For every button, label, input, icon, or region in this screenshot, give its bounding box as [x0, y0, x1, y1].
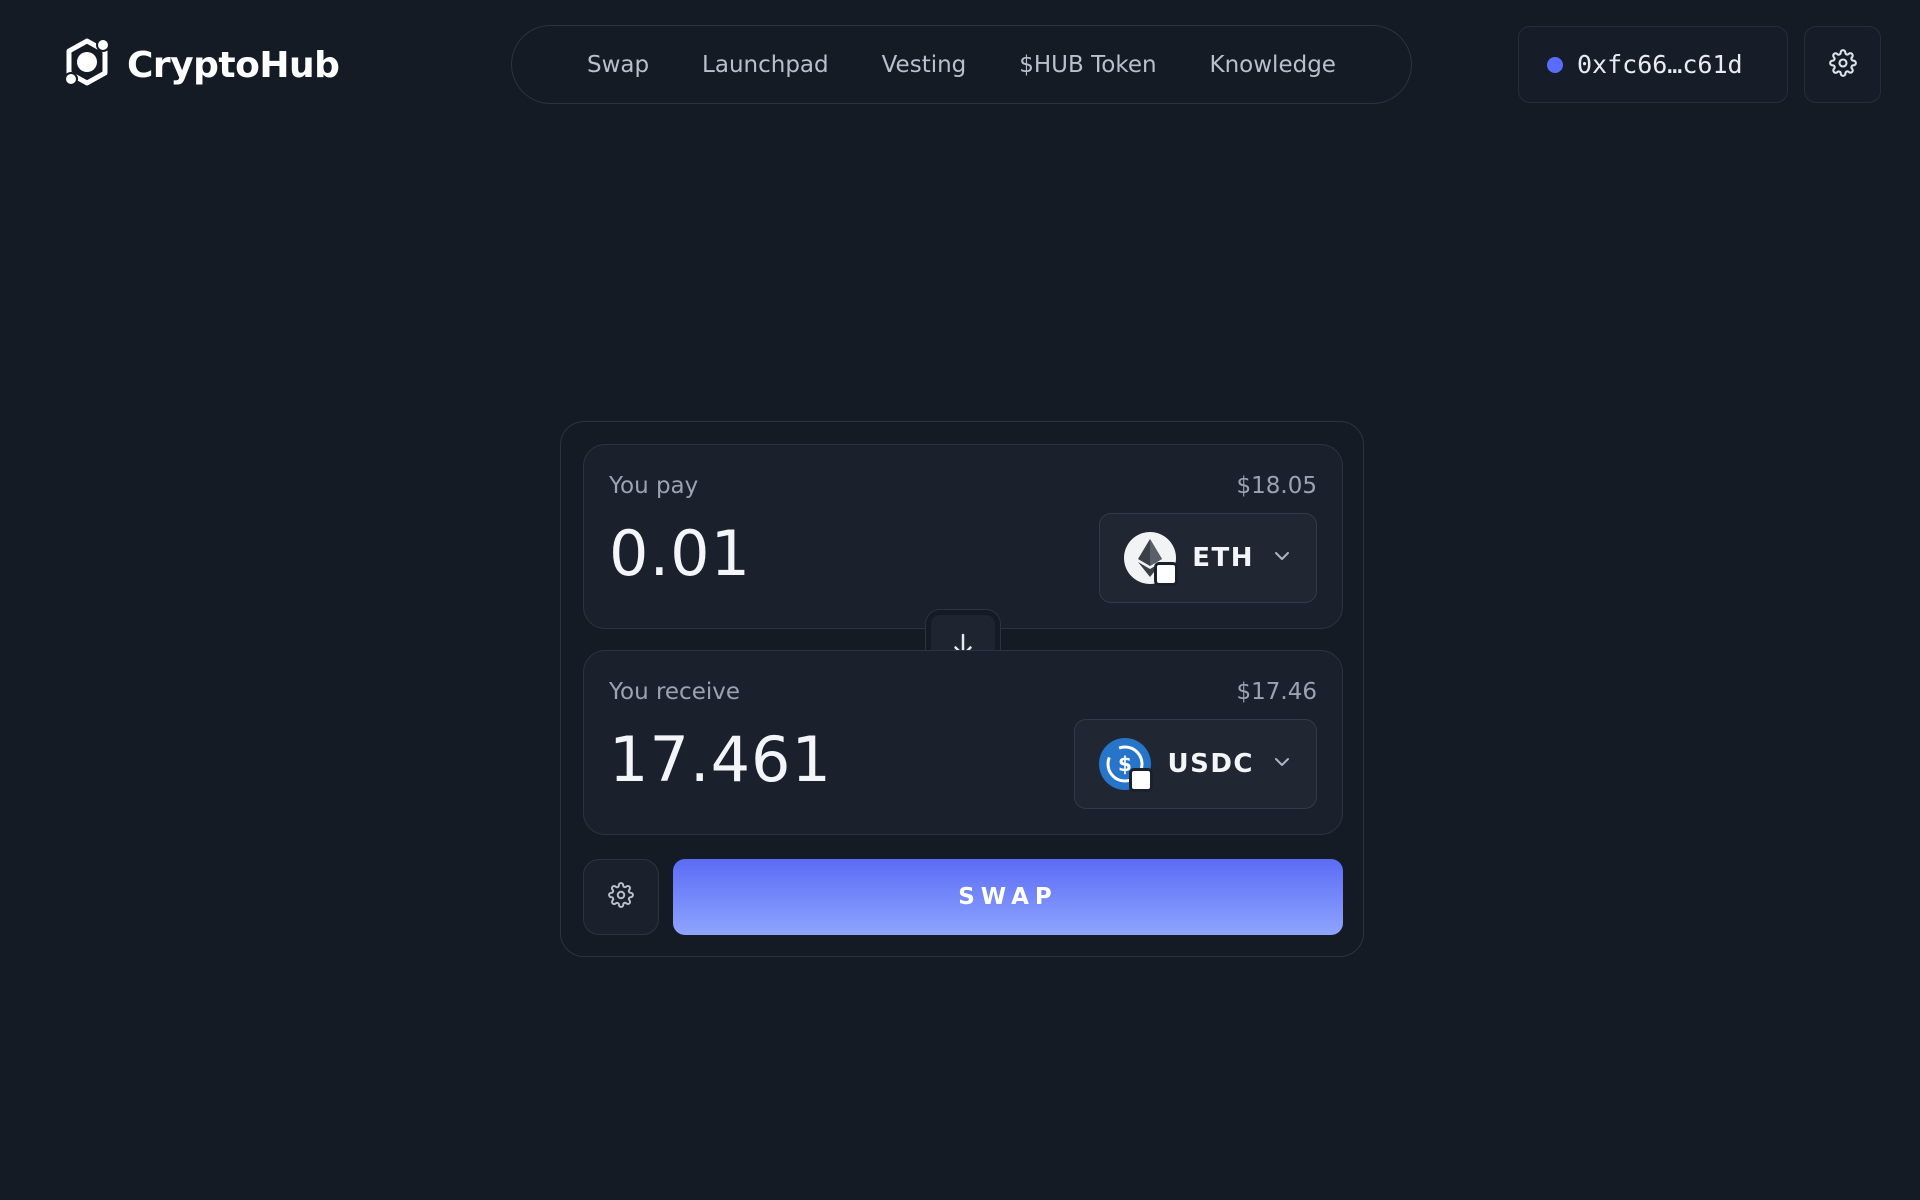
nav-item-hub-token[interactable]: $HUB Token — [1019, 52, 1156, 78]
chain-badge-icon — [1129, 768, 1154, 792]
pay-amount-input[interactable]: 0.01 — [609, 517, 751, 590]
nav-item-knowledge[interactable]: Knowledge — [1210, 52, 1336, 78]
swap-settings-button[interactable] — [583, 859, 659, 935]
receive-token-select[interactable]: $ USDC — [1074, 719, 1317, 809]
pay-usd-value: $18.05 — [1236, 473, 1317, 499]
gear-icon — [608, 882, 634, 912]
receive-usd-value: $17.46 — [1236, 679, 1317, 705]
cryptohub-logo-icon — [59, 35, 115, 95]
receive-amount[interactable]: 17.461 — [609, 723, 832, 796]
chevron-down-icon — [1270, 750, 1294, 778]
nav-item-swap[interactable]: Swap — [587, 52, 649, 78]
receive-token-symbol: USDC — [1167, 749, 1254, 779]
chain-badge-icon — [1154, 562, 1179, 586]
pay-token-symbol: ETH — [1192, 543, 1254, 573]
top-header: CryptoHub Swap Launchpad Vesting $HUB To… — [0, 0, 1920, 128]
nav-item-launchpad[interactable]: Launchpad — [702, 52, 829, 78]
swap-button[interactable]: SWAP — [673, 859, 1343, 935]
usdc-token-icon: $ — [1099, 738, 1154, 792]
chevron-down-icon — [1270, 544, 1294, 572]
header-settings-button[interactable] — [1804, 26, 1881, 103]
gear-icon — [1828, 48, 1857, 81]
receive-panel: You receive $17.46 17.461 $ USDC — [583, 650, 1343, 835]
wallet-address: 0xfc66…c61d — [1577, 50, 1743, 79]
wallet-status-dot — [1547, 56, 1563, 73]
brand-logo[interactable]: CryptoHub — [59, 35, 340, 95]
main-nav: Swap Launchpad Vesting $HUB Token Knowle… — [511, 25, 1412, 104]
receive-label: You receive — [609, 679, 741, 705]
wallet-button[interactable]: 0xfc66…c61d — [1518, 26, 1788, 103]
eth-token-icon — [1124, 532, 1179, 586]
pay-token-select[interactable]: ETH — [1099, 513, 1317, 603]
brand-name: CryptoHub — [127, 44, 340, 86]
pay-label: You pay — [609, 473, 699, 499]
swap-card: You pay $18.05 0.01 ETH You receive $17.… — [560, 421, 1364, 957]
nav-item-vesting[interactable]: Vesting — [882, 52, 967, 78]
pay-panel: You pay $18.05 0.01 ETH — [583, 444, 1343, 629]
